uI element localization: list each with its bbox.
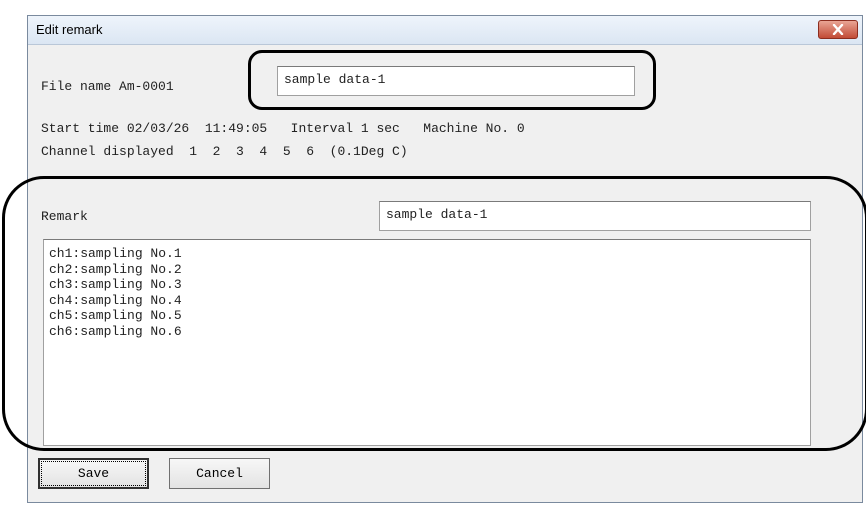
- file-name-highlight: [248, 50, 656, 110]
- remark-highlight: [2, 176, 866, 451]
- cancel-button-label: Cancel: [196, 466, 243, 481]
- title-bar[interactable]: Edit remark: [28, 16, 862, 45]
- close-button[interactable]: [818, 20, 858, 39]
- dialog-title: Edit remark: [36, 22, 103, 37]
- save-button[interactable]: Save: [38, 458, 149, 489]
- start-time-info: Start time 02/03/26 11:49:05 Interval 1 …: [41, 121, 525, 136]
- file-name-label: File name Am-0001: [41, 79, 174, 94]
- close-x-icon: [819, 21, 857, 38]
- save-button-label: Save: [77, 466, 110, 481]
- channel-info: Channel displayed 1 2 3 4 5 6 (0.1Deg C): [41, 144, 408, 159]
- cancel-button[interactable]: Cancel: [169, 458, 270, 489]
